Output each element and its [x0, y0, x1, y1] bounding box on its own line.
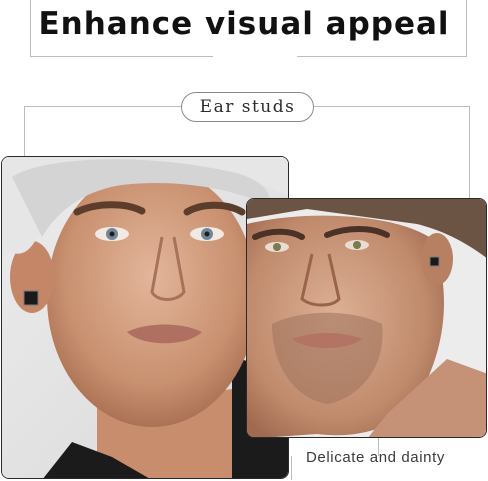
ear-studs-label: Ear studs: [181, 92, 314, 122]
page-title: Enhance visual appeal: [38, 6, 450, 42]
caption-text: Delicate and dainty: [306, 449, 445, 466]
portrait-illustration-right: [247, 199, 486, 437]
stud-earring-right: [429, 256, 440, 267]
stud-earring-left: [23, 290, 39, 306]
model-photo-right: [246, 198, 487, 438]
